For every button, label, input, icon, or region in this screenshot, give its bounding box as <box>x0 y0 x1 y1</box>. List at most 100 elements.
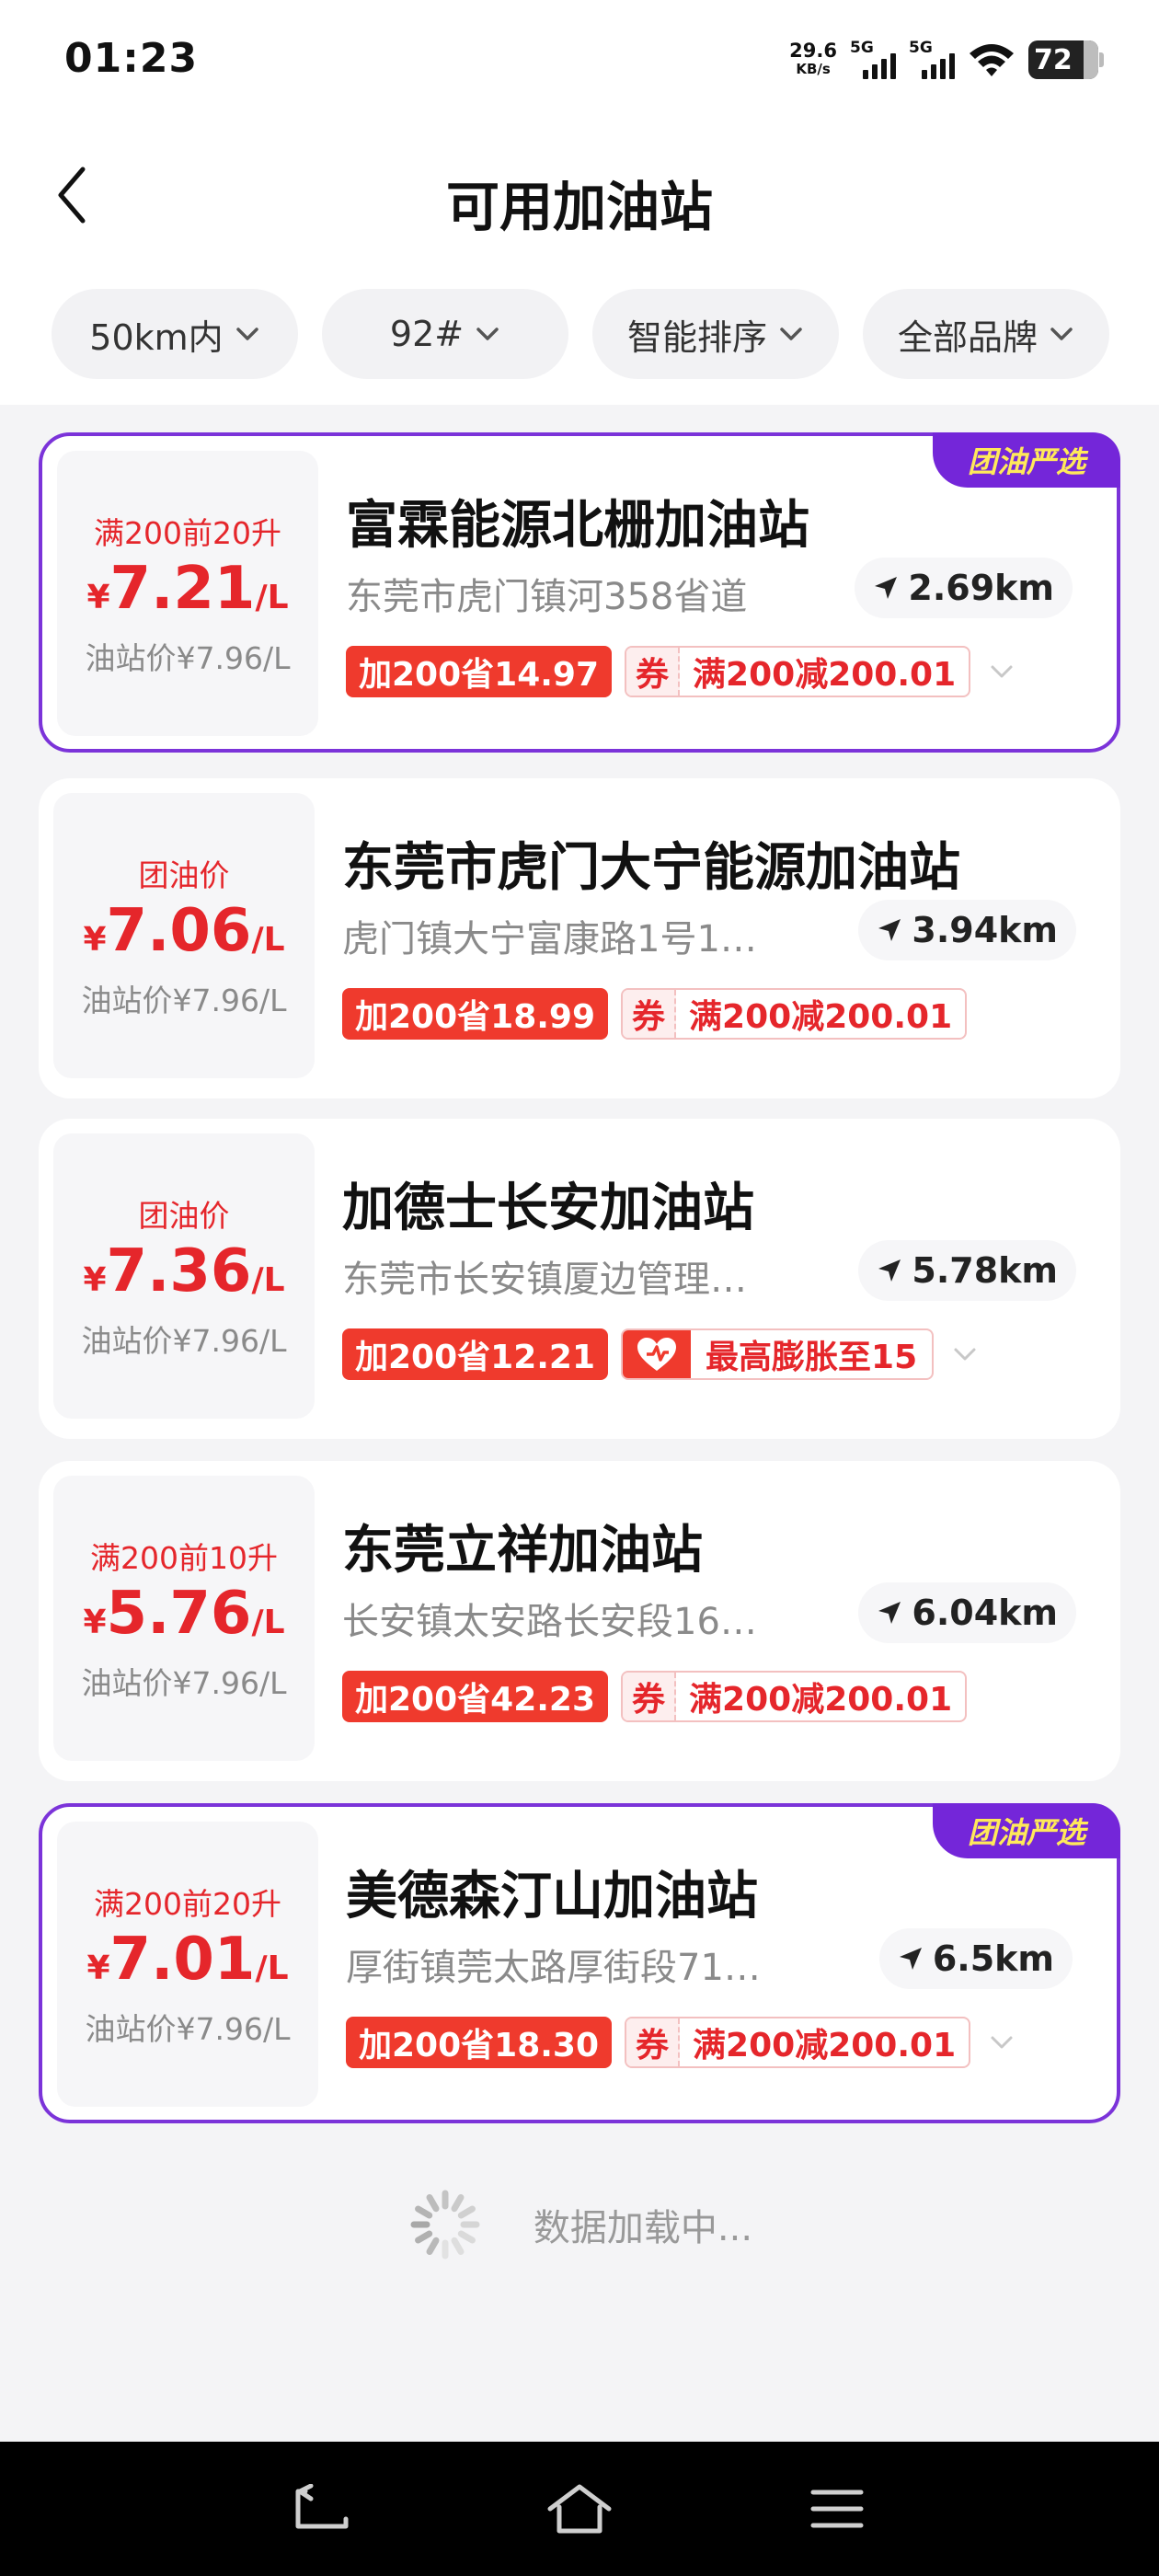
chevron-down-icon <box>235 328 258 340</box>
price-box: 团油价 ¥ 7.06 /L 油站价¥7.96/L <box>53 793 315 1078</box>
station-name: 加德士长安加油站 <box>342 1179 754 1238</box>
coupon-text: 满200减200.01 <box>689 1681 953 1719</box>
navigation-arrow-icon <box>878 919 901 941</box>
filter-distance[interactable]: 50km内 <box>52 289 298 379</box>
price-label: 满200前10升 <box>90 1540 278 1576</box>
save-tag: 加200省12.21 <box>342 1328 609 1380</box>
coupon-text: 满200减200.01 <box>693 2027 957 2064</box>
featured-badge: 团油严选 <box>933 1803 1120 1858</box>
status-icons: 29.6 KB/s 5G 5G 72 <box>789 37 1104 83</box>
chevron-down-icon <box>991 665 1013 678</box>
discount-price: ¥ 7.21 /L <box>86 555 289 623</box>
price-box: 团油价 ¥ 7.36 /L 油站价¥7.96/L <box>53 1133 315 1419</box>
distance-value: 3.94km <box>912 910 1058 950</box>
coupon-icon: 券 <box>626 648 681 696</box>
chevron-down-icon <box>954 1348 976 1361</box>
status-time: 01:23 <box>64 35 199 82</box>
chevron-down-icon <box>476 328 499 340</box>
nav-menu-button[interactable] <box>800 2477 874 2541</box>
station-name: 东莞立祥加油站 <box>342 1521 703 1581</box>
price-label: 满200前20升 <box>94 1886 281 1922</box>
discount-price: ¥ 7.06 /L <box>83 897 285 965</box>
station-card[interactable]: 满200前10升 ¥ 5.76 /L 油站价¥7.96/L 东莞立祥加油站 长安… <box>39 1461 1120 1781</box>
coupon-tag: 券 满200减200.01 <box>621 1671 968 1722</box>
distance-value: 6.5km <box>932 1938 1054 1979</box>
distance-button[interactable]: 5.78km <box>858 1240 1076 1301</box>
price-box: 满200前20升 ¥ 7.21 /L 油站价¥7.96/L <box>57 451 318 736</box>
price-box: 满200前20升 ¥ 7.01 /L 油站价¥7.96/L <box>57 1822 318 2107</box>
station-card[interactable]: 团油严选 满200前20升 ¥ 7.01 /L 油站价¥7.96/L 美德森汀山… <box>39 1803 1120 2123</box>
filter-fuel-type[interactable]: 92# <box>322 289 568 379</box>
distance-button[interactable]: 6.04km <box>858 1582 1076 1643</box>
network-speed-value: 29.6 <box>789 40 837 62</box>
price-label: 满200前20升 <box>94 515 281 551</box>
coupon-text: 满200减200.01 <box>693 656 957 694</box>
filter-label: 全部品牌 <box>897 316 1038 358</box>
coupon-tag: 券 满200减200.01 <box>621 988 968 1040</box>
discount-price: ¥ 7.01 /L <box>86 1926 289 1994</box>
filter-brand[interactable]: 全部品牌 <box>863 289 1109 379</box>
chevron-down-icon <box>1050 328 1073 340</box>
station-name: 富霖能源北栅加油站 <box>346 496 809 556</box>
promo-tags: 加200省42.23 券 满200减200.01 <box>342 1671 968 1722</box>
distance-button[interactable]: 3.94km <box>858 900 1076 960</box>
signal-icon: 5G <box>850 39 896 81</box>
distance-value: 5.78km <box>912 1250 1058 1291</box>
menu-icon <box>810 2490 864 2528</box>
station-price: 油站价¥7.96/L <box>81 983 287 1018</box>
heart-boost-icon <box>623 1330 692 1378</box>
filter-label: 92# <box>389 314 465 354</box>
wifi-icon <box>970 44 1014 76</box>
home-icon <box>547 2484 612 2534</box>
promo-tags: 加200省18.30 券 满200减200.01 <box>346 2017 1020 2068</box>
station-name: 美德森汀山加油站 <box>346 1867 758 1926</box>
navigation-arrow-icon <box>875 577 898 599</box>
station-address: 长安镇太安路长安段1648号 <box>342 1601 775 1643</box>
coupon-tag: 券 满200减200.01 <box>625 646 971 697</box>
price-label: 团油价 <box>138 1198 230 1234</box>
loading-text: 数据加载中... <box>533 2207 753 2249</box>
filter-sort[interactable]: 智能排序 <box>592 289 839 379</box>
expand-button[interactable] <box>983 2024 1020 2061</box>
navigation-arrow-icon <box>878 1602 901 1624</box>
nav-home-button[interactable] <box>543 2477 616 2541</box>
station-card[interactable]: 团油严选 满200前20升 ¥ 7.21 /L 油站价¥7.96/L 富霖能源北… <box>39 432 1120 753</box>
station-card[interactable]: 团油价 ¥ 7.36 /L 油站价¥7.96/L 加德士长安加油站 东莞市长安镇… <box>39 1119 1120 1439</box>
coupon-tag: 券 满200减200.01 <box>625 2017 971 2068</box>
station-name: 东莞市虎门大宁能源加油站 <box>342 838 960 898</box>
station-address: 厚街镇莞太路厚街段711号 <box>346 1947 778 1989</box>
save-tag: 加200省18.30 <box>346 2017 613 2068</box>
promo-tags: 加200省14.97 券 满200减200.01 <box>346 646 1020 697</box>
save-tag: 加200省18.99 <box>342 988 609 1040</box>
station-price: 油站价¥7.96/L <box>81 1323 287 1359</box>
distance-value: 2.69km <box>908 568 1054 608</box>
save-tag: 加200省14.97 <box>346 646 613 697</box>
expand-button[interactable] <box>947 1336 983 1373</box>
spinner-icon <box>410 2190 480 2260</box>
station-address: 虎门镇大宁富康路1号102室 <box>342 918 775 960</box>
station-address: 东莞市虎门镇河358省道 <box>346 576 748 618</box>
distance-value: 6.04km <box>912 1593 1058 1633</box>
coupon-icon: 券 <box>623 990 677 1038</box>
discount-price: ¥ 7.36 /L <box>83 1237 285 1305</box>
station-address: 东莞市长安镇厦边管理… <box>342 1259 747 1301</box>
discount-price: ¥ 5.76 /L <box>83 1580 285 1648</box>
distance-button[interactable]: 6.5km <box>878 1928 1073 1989</box>
navigation-arrow-icon <box>878 1259 901 1282</box>
station-price: 油站价¥7.96/L <box>81 1665 287 1701</box>
expand-button[interactable] <box>983 653 1020 690</box>
signal-icon: 5G <box>909 39 955 81</box>
battery-level: 72 <box>1034 43 1073 76</box>
promo-tags: 加200省12.21 最高膨胀至15 <box>342 1328 983 1380</box>
featured-badge: 团油严选 <box>933 432 1120 488</box>
station-card[interactable]: 团油价 ¥ 7.06 /L 油站价¥7.96/L 东莞市虎门大宁能源加油站 虎门… <box>39 778 1120 1098</box>
distance-button[interactable]: 2.69km <box>855 558 1073 618</box>
coupon-text: 满200减200.01 <box>689 998 953 1036</box>
filter-label: 50km内 <box>89 316 224 358</box>
price-label: 团油价 <box>138 857 230 893</box>
price-box: 满200前10升 ¥ 5.76 /L 油站价¥7.96/L <box>53 1476 315 1761</box>
coupon-icon: 券 <box>623 1673 677 1720</box>
back-nav-icon <box>295 2484 349 2529</box>
header-area: 01:23 29.6 KB/s 5G 5G 72 可用加油站 50km内 92#… <box>0 0 1159 405</box>
nav-back-button[interactable] <box>285 2477 359 2541</box>
